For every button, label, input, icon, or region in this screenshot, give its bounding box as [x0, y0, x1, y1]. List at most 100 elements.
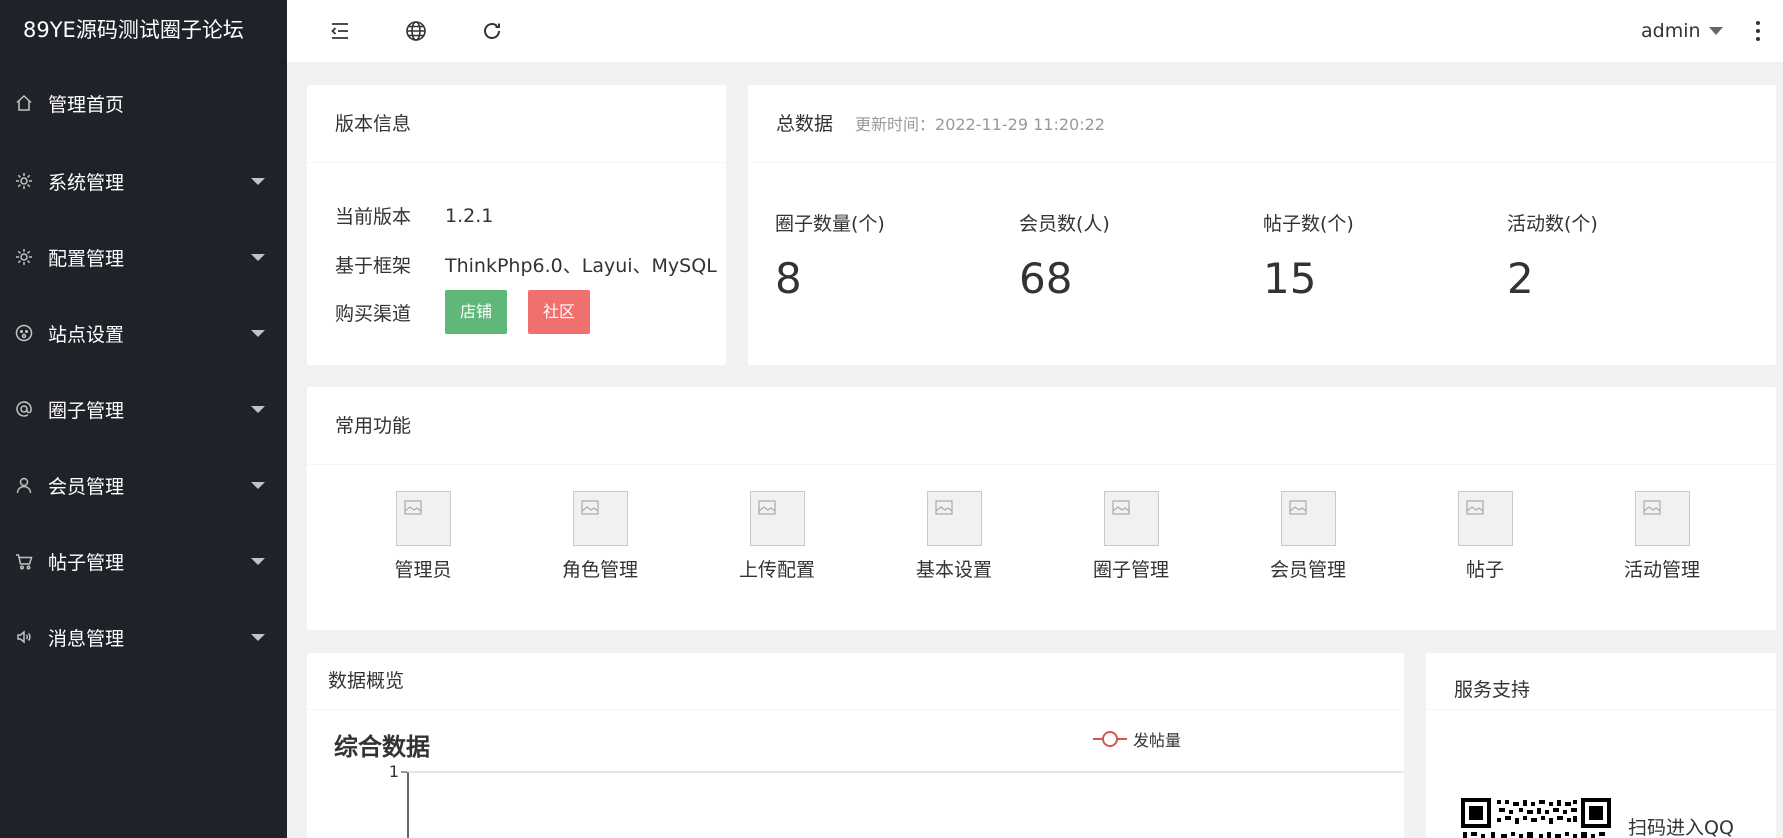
framework-value: ThinkPhp6.0、Layui、MySQL: [445, 255, 717, 277]
image-placeholder-icon: [1280, 491, 1336, 546]
stat-value: 15: [1263, 254, 1317, 303]
updated-time: 更新时间：2022-11-29 11:20:22: [855, 115, 1105, 134]
quick-item-label: 角色管理: [561, 559, 638, 581]
globe-icon[interactable]: [403, 18, 429, 44]
user-name: admin: [1641, 20, 1701, 42]
sidebar-item-members[interactable]: 会员管理: [0, 447, 287, 523]
image-placeholder-icon: [1634, 491, 1690, 546]
caret-down-icon: [251, 482, 265, 489]
caret-down-icon: [251, 178, 265, 185]
quick-item-label: 活动管理: [1623, 559, 1700, 581]
sidebar-item-messages[interactable]: 消息管理: [0, 599, 287, 675]
sidebar-item-label: 会员管理: [48, 475, 125, 498]
quick-item-label: 圈子管理: [1092, 559, 1169, 581]
sidebar-item-config[interactable]: 配置管理: [0, 219, 287, 295]
data-overview-card: 数据概览 综合数据 发帖量 1: [307, 653, 1404, 838]
sidebar-item-site[interactable]: 站点设置: [0, 295, 287, 371]
shop-button[interactable]: 店铺: [445, 290, 508, 334]
user-menu[interactable]: admin: [1641, 18, 1723, 44]
stat-members: 会员数(人) 68: [1019, 209, 1110, 303]
sidebar-item-posts[interactable]: 帖子管理: [0, 523, 287, 599]
quick-functions-title: 常用功能: [307, 387, 1776, 465]
framework-label: 基于框架: [335, 255, 412, 277]
caret-down-icon: [1708, 27, 1723, 35]
sidebar-item-home[interactable]: 管理首页: [0, 63, 287, 143]
version-value: 1.2.1: [445, 204, 494, 227]
service-support-title: 服务支持: [1426, 653, 1776, 710]
quick-item-activities[interactable]: 活动管理: [1602, 491, 1722, 582]
logo[interactable]: 89YE源码测试圈子论坛: [0, 0, 287, 60]
quick-item-posts[interactable]: 帖子: [1425, 491, 1545, 582]
quick-item-roles[interactable]: 角色管理: [540, 491, 660, 582]
quick-item-circles[interactable]: 圈子管理: [1071, 491, 1191, 582]
caret-down-icon: [251, 406, 265, 413]
version-card-title: 版本信息: [307, 85, 726, 163]
image-placeholder-icon: [926, 491, 982, 546]
legend-line-marker: [1093, 731, 1127, 747]
menu-collapse-icon[interactable]: [327, 18, 353, 44]
quick-item-label: 帖子: [1465, 559, 1504, 581]
quick-item-upload[interactable]: 上传配置: [717, 491, 837, 582]
cart-icon: [14, 551, 34, 571]
line-chart: 1: [389, 763, 1404, 838]
totals-card: 总数据 更新时间：2022-11-29 11:20:22 圈子数量(个) 8 会员…: [748, 85, 1776, 365]
chart-title: 综合数据: [334, 733, 430, 761]
sidebar-item-label: 系统管理: [48, 171, 125, 194]
totals-card-header: 总数据 更新时间：2022-11-29 11:20:22: [748, 85, 1776, 163]
stat-label: 活动数(个): [1507, 213, 1598, 235]
stat-value: 2: [1507, 254, 1534, 303]
stat-label: 圈子数量(个): [775, 213, 885, 235]
service-support-card: 服务支持 扫码进入QQ: [1426, 653, 1776, 838]
sidebar: 89YE源码测试圈子论坛 管理首页 系统管理 配置管理 站点设置 圈子管理 会员…: [0, 0, 287, 838]
data-overview-title: 数据概览: [307, 653, 1404, 710]
quick-functions-card: 常用功能 管理员 角色管理 上传配置 基本设置 圈子管理 会员管理 帖子 活动管…: [307, 387, 1776, 630]
sidebar-item-label: 帖子管理: [48, 551, 125, 574]
version-row: 当前版本 1.2.1: [335, 202, 493, 229]
totals-card-title: 总数据: [776, 113, 834, 135]
sidebar-item-circle[interactable]: 圈子管理: [0, 371, 287, 447]
face-icon: [14, 323, 34, 343]
sidebar-item-label: 管理首页: [48, 93, 125, 116]
caret-down-icon: [251, 558, 265, 565]
more-vertical-icon[interactable]: [1751, 18, 1765, 44]
at-icon: [14, 399, 34, 419]
image-placeholder-icon: [572, 491, 628, 546]
stat-activities: 活动数(个) 2: [1507, 209, 1598, 303]
sidebar-item-label: 站点设置: [48, 323, 125, 346]
quick-item-admin[interactable]: 管理员: [363, 491, 483, 582]
quick-item-members[interactable]: 会员管理: [1248, 491, 1368, 582]
qr-code-image: [1461, 798, 1611, 838]
refresh-icon[interactable]: [479, 18, 505, 44]
gear-icon: [14, 247, 34, 267]
stat-circles: 圈子数量(个) 8: [775, 209, 885, 303]
stat-posts: 帖子数(个) 15: [1263, 209, 1354, 303]
chart-legend[interactable]: 发帖量: [1093, 727, 1181, 751]
stat-label: 帖子数(个): [1263, 213, 1354, 235]
caret-down-icon: [251, 330, 265, 337]
stat-label: 会员数(人): [1019, 213, 1110, 235]
quick-item-label: 基本设置: [915, 559, 992, 581]
speaker-icon: [14, 627, 34, 647]
caret-down-icon: [251, 634, 265, 641]
top-header: admin: [287, 0, 1783, 63]
sidebar-item-label: 消息管理: [48, 627, 125, 650]
version-card: 版本信息 当前版本 1.2.1 基于框架 ThinkPhp6.0、Layui、M…: [307, 85, 726, 365]
y-tick-label: 1: [389, 763, 399, 781]
framework-row: 基于框架 ThinkPhp6.0、Layui、MySQL: [335, 251, 717, 278]
sidebar-nav: 管理首页 系统管理 配置管理 站点设置 圈子管理 会员管理 帖子管理 消息管理: [0, 63, 287, 675]
community-button[interactable]: 社区: [528, 290, 591, 334]
stat-value: 68: [1019, 254, 1073, 303]
quick-item-basic[interactable]: 基本设置: [894, 491, 1014, 582]
image-placeholder-icon: [1103, 491, 1159, 546]
channel-label: 购买渠道: [335, 302, 412, 325]
qr-caption: 扫码进入QQ: [1628, 817, 1734, 838]
quick-item-label: 管理员: [394, 559, 452, 581]
image-placeholder-icon: [749, 491, 805, 546]
stat-value: 8: [775, 254, 802, 303]
sidebar-item-label: 配置管理: [48, 247, 125, 270]
caret-down-icon: [251, 254, 265, 261]
channel-row: 购买渠道 店铺 社区: [335, 290, 591, 334]
quick-item-label: 上传配置: [738, 559, 815, 581]
sidebar-item-system[interactable]: 系统管理: [0, 143, 287, 219]
sidebar-item-label: 圈子管理: [48, 399, 125, 422]
